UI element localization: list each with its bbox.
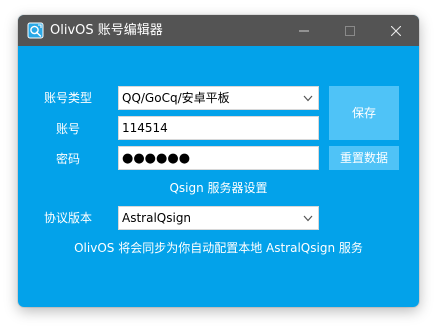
password-input[interactable]: ●●●●●●	[118, 146, 319, 170]
window-title: OlivOS 账号编辑器	[50, 23, 163, 38]
account-type-select[interactable]: QQ/GoCq/安卓平板	[118, 86, 319, 110]
qsign-section-title: Qsign 服务器设置	[169, 181, 268, 195]
password-value: ●●●●●●	[122, 151, 191, 166]
protocol-version-value: AstralQsign	[122, 211, 192, 225]
chevron-down-icon	[303, 95, 313, 102]
account-id-input[interactable]: 114514	[118, 116, 319, 140]
chevron-down-icon	[303, 215, 313, 222]
maximize-icon	[345, 25, 355, 36]
protocol-version-label: 协议版本	[44, 211, 93, 225]
protocol-version-select[interactable]: AstralQsign	[118, 206, 319, 230]
minimize-icon	[299, 30, 309, 31]
save-button[interactable]: 保存	[329, 86, 399, 140]
minimize-button[interactable]	[281, 15, 327, 46]
title-bar[interactable]: OlivOS 账号编辑器	[18, 15, 419, 46]
qsign-info-text: OlivOS 将会同步为你自动配置本地 AstralQsign 服务	[74, 241, 363, 255]
olivos-app-icon	[27, 22, 44, 39]
account-type-value: QQ/GoCq/安卓平板	[122, 91, 230, 105]
reset-data-button[interactable]: 重置数据	[329, 146, 399, 170]
close-button[interactable]	[373, 15, 419, 46]
account-id-value: 114514	[122, 121, 168, 135]
maximize-button[interactable]	[327, 15, 373, 46]
close-icon	[391, 25, 401, 36]
account-type-label: 账号类型	[44, 91, 93, 105]
account-editor-window: OlivOS 账号编辑器 账号类型 QQ/GoCq/安卓平板 账号 114514…	[18, 15, 419, 307]
screen: OlivOS 账号编辑器 账号类型 QQ/GoCq/安卓平板 账号 114514…	[0, 0, 440, 333]
password-label: 密码	[56, 152, 81, 166]
account-id-label: 账号	[56, 122, 81, 136]
